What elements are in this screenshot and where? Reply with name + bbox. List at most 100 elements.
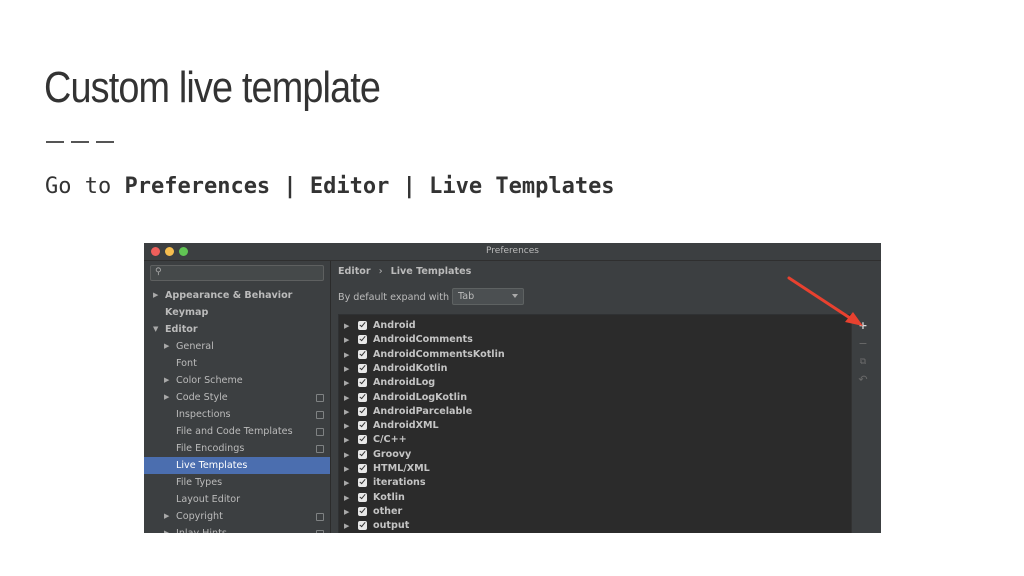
chevron-down-icon [512,294,518,298]
sidebar-item[interactable]: Font [144,355,330,372]
template-group-row[interactable]: ▶ AndroidParcelable [339,405,853,419]
project-scope-icon [316,394,324,402]
sidebar-item-label: Inlay Hints [176,525,227,533]
template-group-row[interactable]: ▶ output [339,519,853,533]
sidebar-item[interactable]: ▶ General [144,338,330,355]
group-enabled-checkbox[interactable] [358,478,367,488]
sidebar-item[interactable]: File Encodings [144,440,330,457]
group-enabled-checkbox[interactable] [358,449,367,459]
project-scope-icon [316,445,324,453]
group-enabled-checkbox[interactable] [358,506,367,516]
sidebar-item-label: File and Code Templates [176,426,293,437]
undo-icon: ↶ [858,373,868,386]
collapsed-arrow-icon[interactable]: ▶ [153,287,158,304]
collapsed-arrow-icon[interactable]: ▶ [344,391,349,405]
template-group-name: output [373,520,410,532]
collapsed-arrow-icon[interactable]: ▶ [344,519,349,533]
group-enabled-checkbox[interactable] [358,406,367,416]
sidebar-item-label: File Encodings [176,443,245,454]
sidebar-item[interactable]: Live Templates [144,457,330,474]
copy-icon: ⧉ [859,357,867,367]
sidebar-item[interactable]: Keymap [144,304,330,321]
group-enabled-checkbox[interactable] [358,421,367,431]
sidebar-item-label: Layout Editor [176,494,241,505]
group-enabled-checkbox[interactable] [358,363,367,373]
sidebar-item[interactable]: ▶ Code Style [144,389,330,406]
group-enabled-checkbox[interactable] [358,492,367,502]
collapsed-arrow-icon[interactable]: ▶ [164,338,169,355]
sidebar-item[interactable]: ▼ Editor [144,321,330,338]
template-group-row[interactable]: ▶ Android [339,319,853,333]
collapsed-arrow-icon[interactable]: ▶ [344,419,349,433]
group-enabled-checkbox[interactable] [358,392,367,402]
revert-template-button[interactable]: ↶ [855,373,871,387]
settings-search-input[interactable]: ⚲ [150,265,324,281]
template-group-row[interactable]: ▶ HTML/XML [339,462,853,476]
template-group-row[interactable]: ▶ AndroidLogKotlin [339,391,853,405]
template-group-row[interactable]: ▶ other [339,505,853,519]
expanded-arrow-icon[interactable]: ▼ [153,321,158,338]
group-enabled-checkbox[interactable] [358,321,367,330]
sidebar-item[interactable]: ▶ Color Scheme [144,372,330,389]
template-group-row[interactable]: ▶ AndroidLog [339,376,853,390]
breadcrumb-editor: Editor [338,266,371,277]
sidebar-item[interactable]: Inspections [144,406,330,423]
template-group-row[interactable]: ▶ iterations [339,476,853,490]
copy-template-button[interactable]: ⧉ [855,355,871,369]
template-group-row[interactable]: ▶ C/C++ [339,433,853,447]
collapsed-arrow-icon[interactable]: ▶ [344,433,349,447]
remove-template-button[interactable]: − [855,337,871,351]
collapsed-arrow-icon[interactable]: ▶ [344,362,349,376]
collapsed-arrow-icon[interactable]: ▶ [344,333,349,347]
template-group-row[interactable]: ▶ Kotlin [339,491,853,505]
group-enabled-checkbox[interactable] [358,349,367,359]
collapsed-arrow-icon[interactable]: ▶ [164,372,169,389]
instruction-text: Go to Preferences | Editor | Live Templa… [45,174,615,199]
collapsed-arrow-icon[interactable]: ▶ [164,525,169,533]
template-groups-list: ▶ Android ▶ AndroidComments ▶ AndroidComments… [338,314,854,533]
sidebar-item[interactable]: ▶ Copyright [144,508,330,525]
template-group-name: iterations [373,477,426,489]
collapsed-arrow-icon[interactable]: ▶ [344,476,349,490]
breadcrumb-live-templates: Live Templates [390,266,472,277]
template-group-row[interactable]: ▶ AndroidKotlin [339,362,853,376]
sidebar-item[interactable]: ▶ Appearance & Behavior [144,287,330,304]
sidebar-item[interactable]: File Types [144,474,330,491]
group-enabled-checkbox[interactable] [358,464,367,473]
window-titlebar: Preferences [144,243,881,261]
collapsed-arrow-icon[interactable]: ▶ [344,376,349,390]
collapsed-arrow-icon[interactable]: ▶ [344,348,349,362]
sidebar-item-label: Color Scheme [176,375,243,386]
window-title: Preferences [486,246,539,256]
collapsed-arrow-icon[interactable]: ▶ [344,505,349,519]
template-group-row[interactable]: ▶ Groovy [339,448,853,462]
collapsed-arrow-icon[interactable]: ▶ [164,508,169,525]
sidebar-item[interactable]: ▶ Inlay Hints [144,525,330,533]
sidebar-item[interactable]: File and Code Templates [144,423,330,440]
minus-icon: − [858,337,868,350]
group-enabled-checkbox[interactable] [358,521,367,531]
sidebar-item-label: File Types [176,477,223,488]
template-group-name: Groovy [373,448,412,460]
collapsed-arrow-icon[interactable]: ▶ [344,405,349,419]
group-enabled-checkbox[interactable] [358,435,367,445]
template-group-row[interactable]: ▶ AndroidCommentsKotlin [339,348,853,362]
group-enabled-checkbox[interactable] [358,335,367,345]
expand-with-select[interactable]: Tab [452,288,524,305]
template-group-row[interactable]: ▶ AndroidComments [339,333,853,347]
preferences-window: Preferences ⚲ ▶ Appearance & Behavior Keym… [144,243,881,533]
sidebar-item-label: Copyright [176,511,223,522]
collapsed-arrow-icon[interactable]: ▶ [344,319,349,333]
group-enabled-checkbox[interactable] [358,378,367,388]
template-group-name: AndroidXML [373,420,439,432]
template-group-row[interactable]: ▶ AndroidXML [339,419,853,433]
collapsed-arrow-icon[interactable]: ▶ [164,389,169,406]
sidebar-item-label: Appearance & Behavior [165,290,293,301]
template-group-name: AndroidCommentsKotlin [373,348,505,360]
template-group-name: AndroidComments [373,334,473,346]
sidebar-item[interactable]: Layout Editor [144,491,330,508]
sidebar-item-label: Editor [165,324,198,335]
collapsed-arrow-icon[interactable]: ▶ [344,491,349,505]
collapsed-arrow-icon[interactable]: ▶ [344,462,349,476]
collapsed-arrow-icon[interactable]: ▶ [344,448,349,462]
